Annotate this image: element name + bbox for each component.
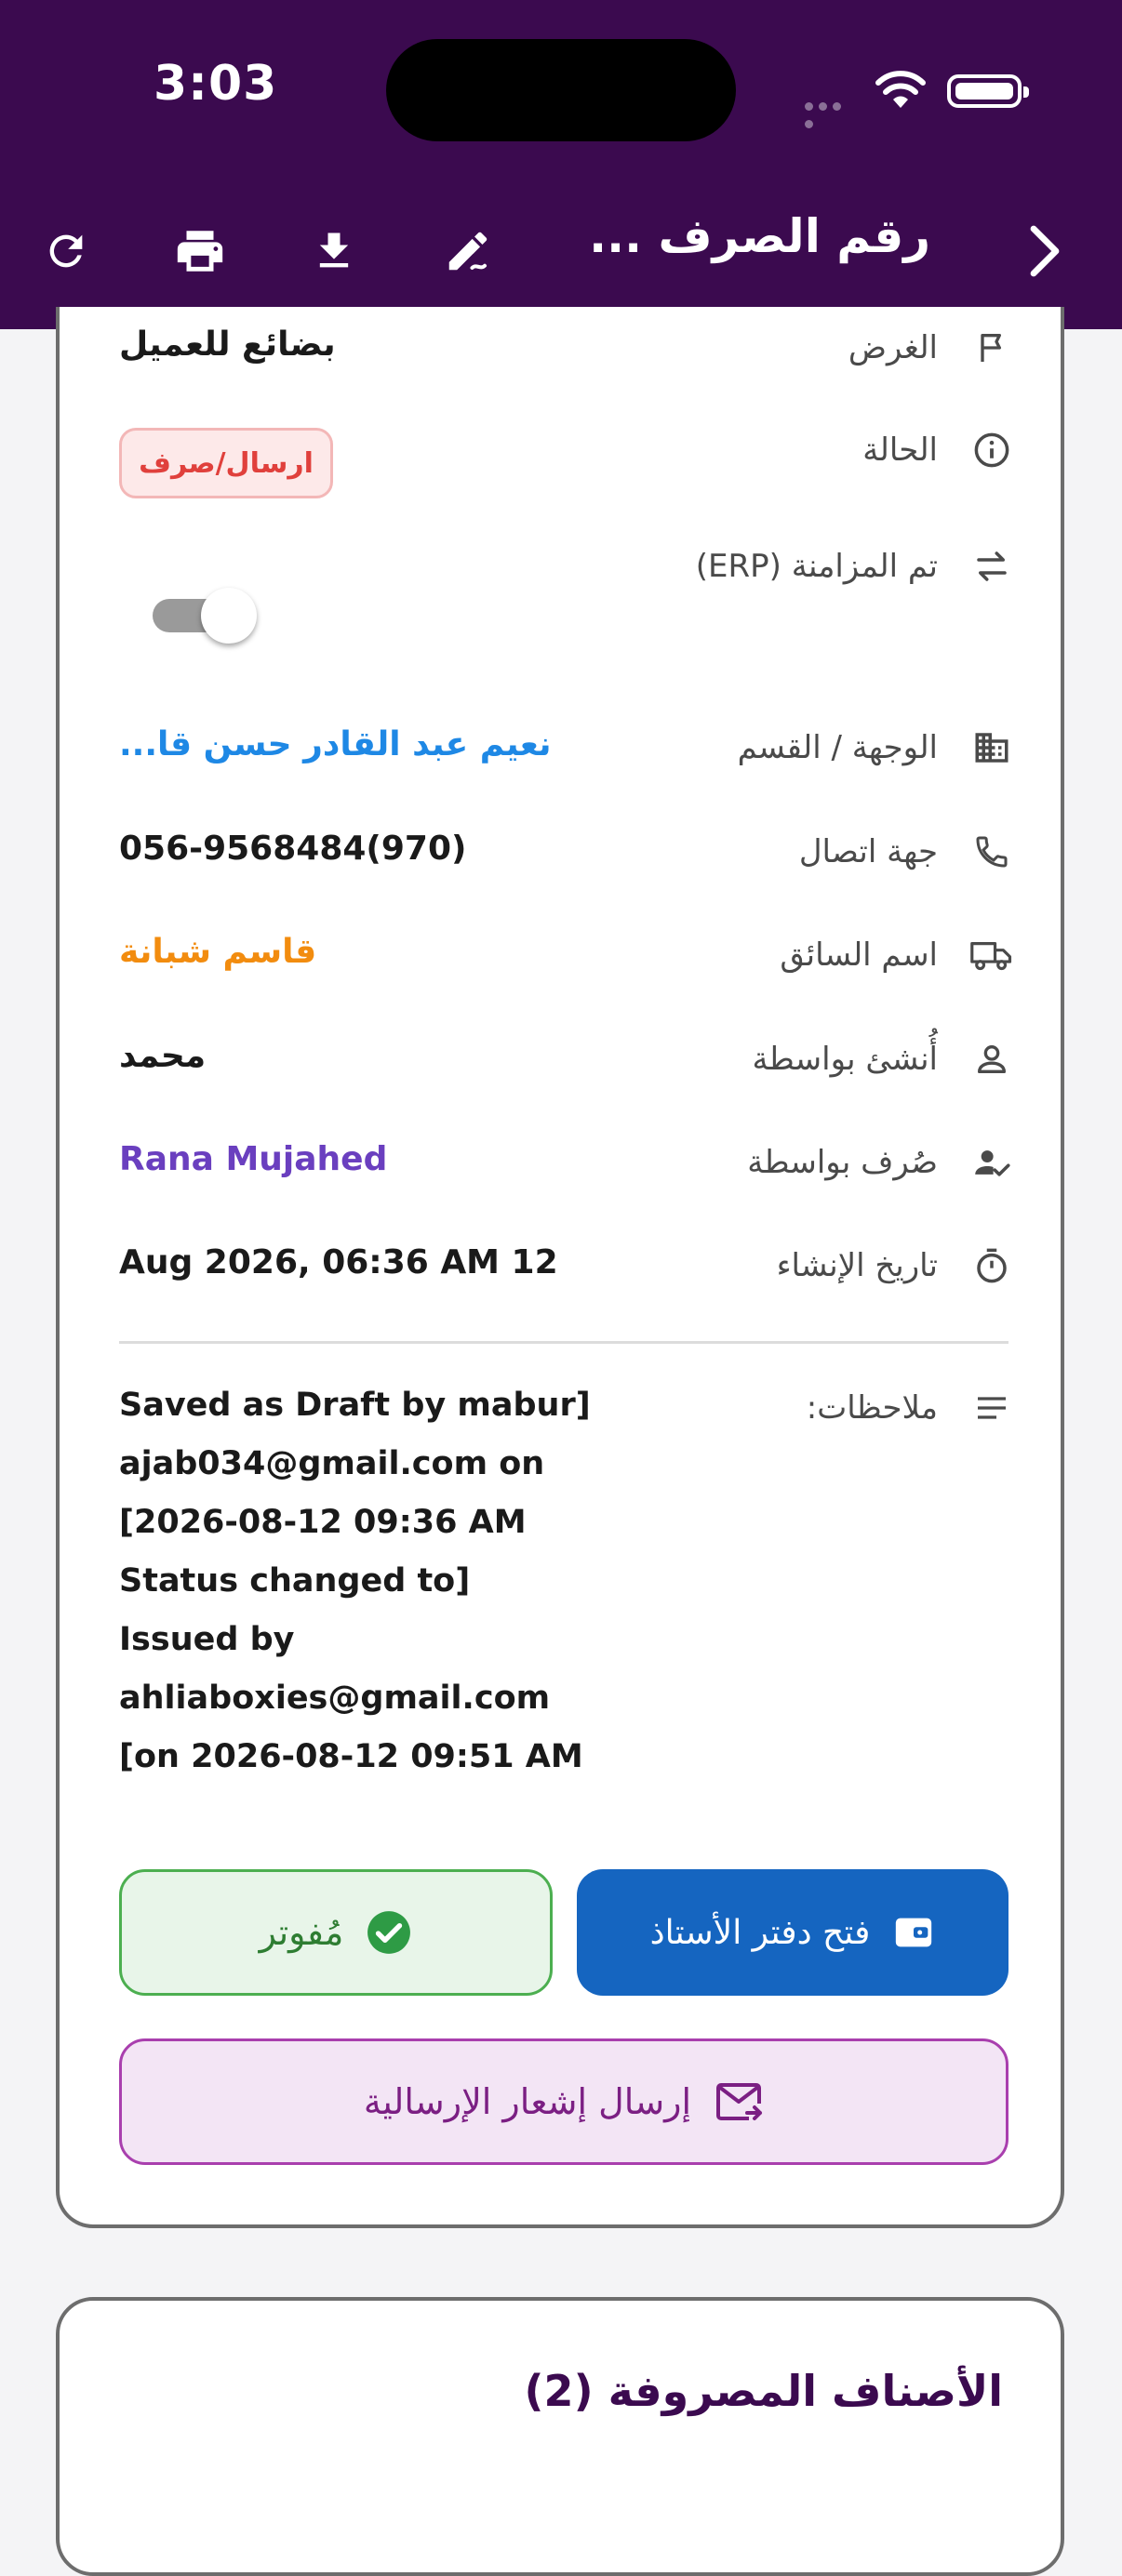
purpose-label: الغرض [848,329,938,366]
issued-by-value: Rana Mujahed [119,1140,388,1178]
chevron-right-icon[interactable] [1012,219,1077,284]
person-check-icon [969,1140,1014,1185]
contact-label: جهة اتصال [798,833,938,870]
open-ledger-button[interactable]: فتح دفتر الأستاذ [577,1869,1008,1996]
driver-label: اسم السائق [780,936,938,974]
erp-sync-toggle[interactable] [153,586,257,644]
sync-arrows-icon [969,544,1014,589]
created-at-label: تاريخ الإنشاء [776,1247,938,1284]
wifi-icon [875,67,927,113]
invoiced-button[interactable]: مُفوتر [119,1869,553,1996]
open-ledger-label: فتح دفتر الأستاذ [649,1913,871,1952]
destination-row: الوجهة / القسم نعيم عبد القادر حسن قا... [60,725,1068,800]
status-label: الحالة [862,432,938,469]
invoiced-label: مُفوتر [259,1912,344,1953]
issued-by-row: صُرف بواسطة Rana Mujahed [60,1140,1068,1215]
building-icon [969,725,1014,770]
created-at-row: تاريخ الإنشاء Aug 2026, 06:36 AM 12 [60,1243,1068,1318]
page-title: رقم الصرف ... [589,209,930,263]
issued-items-card: الأصناف المصروفة (2) [56,2297,1064,2576]
notes-text: Saved as Draft by mabur] ajab034@gmail.c… [119,1387,591,1775]
app-header: 3:03 رقم الصرف ... [0,0,1122,329]
issued-by-label: صُرف بواسطة [747,1144,938,1181]
dynamic-island [386,39,736,141]
driver-row: اسم السائق قاسم شبانة [60,933,1068,1007]
status-badge: ارسال/صرف [119,428,333,498]
driver-value: قاسم شبانة [119,933,317,971]
destination-label: الوجهة / القسم [737,729,938,766]
flag-icon [969,325,1014,370]
info-icon [969,428,1014,472]
wallet-icon [896,1918,932,1947]
created-at-value: Aug 2026, 06:36 AM 12 [119,1243,558,1281]
notes-lines-icon [969,1386,1014,1430]
cellular-signal-icon [805,97,859,128]
purpose-row: الغرض بضائع للعميل [60,325,1068,400]
destination-link[interactable]: نعيم عبد القادر حسن قا... [119,725,552,764]
erp-sync-label: تم المزامنة (ERP) [695,548,938,585]
check-circle-icon [367,1911,411,1954]
timer-icon [969,1243,1014,1288]
created-by-value: محمد [119,1037,207,1075]
purpose-value: بضائع للعميل [119,325,336,364]
mail-send-icon [716,2083,763,2120]
created-by-label: أُنشئ بواسطة [752,1041,938,1078]
status-time: 3:03 [154,56,278,112]
send-notice-button[interactable]: إرسال إشعار الإرسالية [119,2038,1008,2165]
notes-label: ملاحظات: [806,1389,938,1427]
contact-row: جهة اتصال 056-9568484(970) [60,830,1068,904]
created-by-row: أُنشئ بواسطة محمد [60,1037,1068,1111]
issued-items-title: الأصناف المصروفة (2) [524,2366,1003,2416]
edit-signature-icon[interactable] [435,219,501,284]
download-icon[interactable] [301,219,367,284]
battery-icon [947,74,1029,108]
phone-icon [969,830,1014,874]
divider [119,1341,1008,1344]
refresh-icon[interactable] [33,219,99,284]
send-notice-label: إرسال إشعار الإرسالية [363,2081,692,2122]
truck-icon [969,933,1014,977]
contact-value: 056-9568484(970) [119,830,467,868]
dispatch-details-card: الغرض بضائع للعميل الحالة ارسال/صرف تم ا… [56,307,1064,2228]
print-icon[interactable] [167,219,233,284]
person-icon [969,1037,1014,1082]
